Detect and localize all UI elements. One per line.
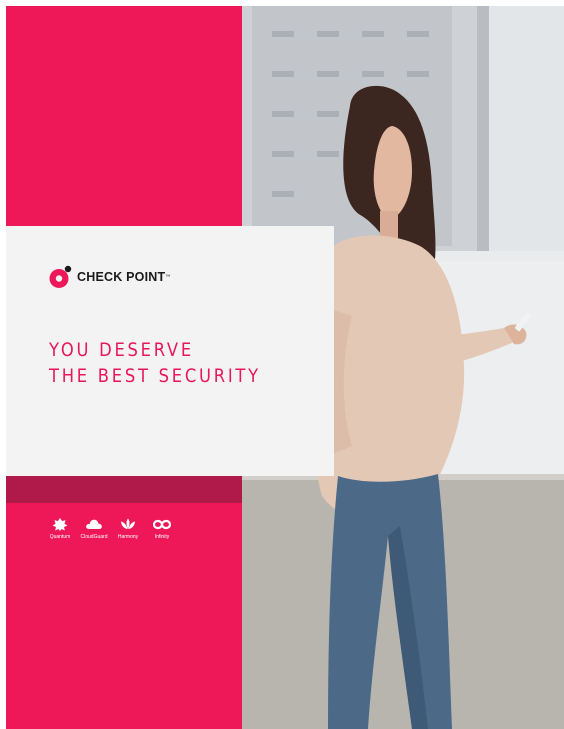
accent-band (6, 476, 242, 503)
headline-line-1: YOU DESERVE (49, 339, 194, 361)
product-cloudguard[interactable]: CloudGuard (80, 517, 108, 540)
product-label: CloudGuard (80, 534, 108, 540)
check-point-logo[interactable]: CHECK POINT ™ (48, 265, 170, 289)
brochure-cover: CHECK POINT ™ YOU DESERVE THE BEST SECUR… (0, 0, 564, 729)
cloud-icon (86, 519, 102, 529)
check-point-logo-icon (49, 265, 72, 288)
product-harmony[interactable]: Harmony (114, 517, 142, 540)
product-label: Harmony (117, 534, 139, 540)
headline: YOU DESERVE THE BEST SECURITY (49, 337, 261, 389)
product-label: Quantum (49, 534, 71, 540)
infinity-icon (153, 519, 171, 530)
product-label: Infinity (154, 534, 170, 540)
product-family: Quantum CloudGuard Harmony Infinity (46, 517, 176, 540)
headline-line-2: THE BEST SECURITY (49, 365, 261, 387)
lotus-icon (121, 518, 135, 529)
product-quantum[interactable]: Quantum (46, 517, 74, 540)
product-infinity[interactable]: Infinity (148, 517, 176, 540)
brand-name: CHECK POINT (77, 270, 166, 284)
quantum-icon (52, 518, 68, 531)
trademark-mark: ™ (165, 274, 171, 280)
